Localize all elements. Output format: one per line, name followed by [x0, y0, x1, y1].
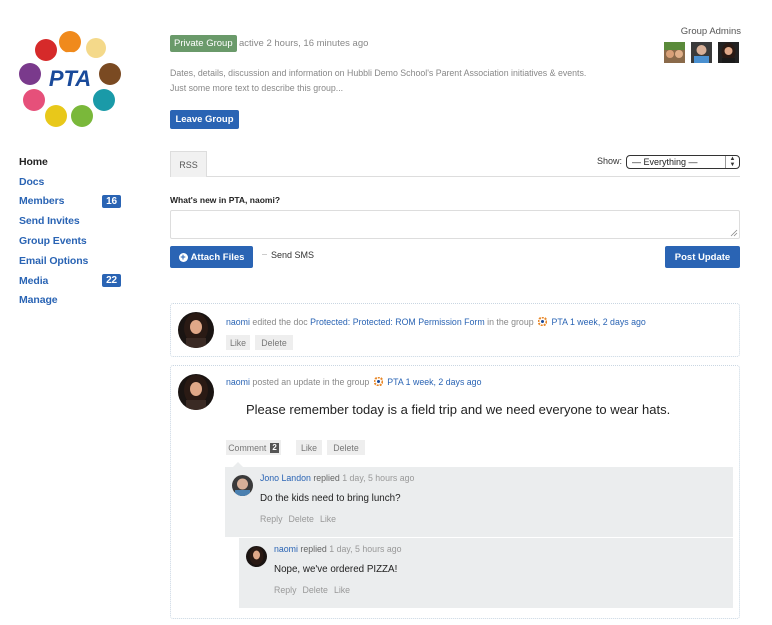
activity-content: Please remember today is a field trip an…: [246, 402, 671, 417]
comment-count-badge: 2: [270, 442, 279, 453]
nav-item-manage[interactable]: Manage: [19, 291, 129, 311]
like-button[interactable]: Like: [226, 335, 250, 350]
group-admins-title: Group Admins: [680, 26, 741, 37]
admin-avatar[interactable]: [691, 42, 712, 63]
activity-meta: naomi edited the doc Protected: Protecte…: [226, 317, 646, 327]
comment-timestamp[interactable]: 1 day, 5 hours ago: [342, 473, 414, 483]
svg-text:PTA: PTA: [49, 66, 91, 91]
commenter-avatar[interactable]: [246, 546, 267, 567]
comment-button[interactable]: Comment 2: [226, 440, 281, 455]
activity-item: naomi posted an update in the group PTA …: [170, 365, 740, 619]
comment-timestamp[interactable]: 1 day, 5 hours ago: [329, 544, 401, 554]
nav-label: Manage: [19, 294, 58, 307]
comment-item: naomi replied 1 day, 5 hours ago Nope, w…: [239, 538, 733, 608]
comment-item: Jono Landon replied 1 day, 5 hours ago D…: [225, 467, 733, 537]
comment-meta: Jono Landon replied 1 day, 5 hours ago: [260, 473, 414, 483]
nav-label: Media: [19, 274, 49, 287]
user-avatar[interactable]: [178, 374, 214, 410]
activity-meta: naomi posted an update in the group PTA …: [226, 377, 481, 387]
like-button[interactable]: Like: [296, 440, 322, 455]
group-nav: Home Docs Members 16 Send Invites Group E…: [19, 152, 129, 310]
members-count-badge: 16: [102, 194, 121, 208]
leave-group-button[interactable]: Leave Group: [170, 110, 239, 129]
delete-link[interactable]: Delete: [303, 585, 328, 595]
comment-meta: naomi replied 1 day, 5 hours ago: [274, 544, 402, 554]
reply-link[interactable]: Reply: [274, 585, 297, 595]
resize-grip-icon[interactable]: [730, 229, 738, 237]
group-link[interactable]: PTA: [552, 317, 568, 327]
nav-item-docs[interactable]: Docs: [19, 172, 129, 192]
comment-actions: Reply Delete Like: [260, 514, 336, 524]
post-prompt: What's new in PTA, naomi?: [170, 195, 281, 205]
user-avatar[interactable]: [178, 312, 214, 348]
comment-verb: replied: [313, 473, 340, 483]
delete-link[interactable]: Delete: [289, 514, 314, 524]
action-text: posted an update in the group: [252, 377, 370, 387]
send-sms-label: Send SMS: [271, 250, 315, 260]
comment-label: Comment: [228, 442, 267, 453]
doc-link[interactable]: Protected: Protected: ROM Permission For…: [310, 317, 485, 327]
nav-item-send-invites[interactable]: Send Invites: [19, 211, 129, 231]
group-description: Dates, details, discussion and informati…: [170, 66, 630, 96]
delete-button[interactable]: Delete: [327, 440, 365, 455]
admin-avatar[interactable]: [664, 42, 685, 63]
whats-new-textarea[interactable]: [170, 210, 740, 239]
like-link[interactable]: Like: [320, 514, 336, 524]
comment-author-link[interactable]: naomi: [274, 544, 298, 554]
author-link[interactable]: naomi: [226, 317, 250, 327]
activity-filter-select[interactable]: — Everything — ▲ ▼: [626, 155, 740, 169]
post-update-button[interactable]: Post Update: [665, 246, 740, 268]
nav-label: Members: [19, 195, 65, 208]
active-time: active 2 hours, 16 minutes ago: [239, 38, 369, 49]
description-line: Dates, details, discussion and informati…: [170, 68, 587, 78]
action-text: edited the doc: [252, 317, 308, 327]
send-sms-checkbox[interactable]: [262, 254, 267, 255]
nav-item-home[interactable]: Home: [19, 152, 129, 172]
nav-label: Send Invites: [19, 215, 80, 228]
in-group-text: in the group: [487, 317, 534, 327]
select-arrows-icon: ▲ ▼: [725, 156, 739, 168]
reply-link[interactable]: Reply: [260, 514, 283, 524]
nav-item-email-options[interactable]: Email Options: [19, 251, 129, 271]
group-logo: PTA: [19, 31, 121, 127]
comment-text: Do the kids need to bring lunch?: [260, 493, 401, 504]
admin-avatar[interactable]: [718, 42, 739, 63]
commenter-avatar[interactable]: [232, 475, 253, 496]
nav-label: Email Options: [19, 254, 89, 267]
selected-option: — Everything —: [632, 157, 698, 167]
activity-item: naomi edited the doc Protected: Protecte…: [170, 303, 740, 357]
timestamp-link[interactable]: 1 week, 2 days ago: [406, 377, 482, 387]
activity-tabs: RSS Show: — Everything — ▲ ▼: [170, 151, 740, 177]
author-link[interactable]: naomi: [226, 377, 250, 387]
attach-files-label: Attach Files: [190, 251, 245, 263]
nav-label: Home: [19, 155, 48, 168]
comment-text: Nope, we've ordered PIZZA!: [274, 564, 398, 575]
privacy-badge: Private Group: [170, 35, 237, 52]
comment-author-link[interactable]: Jono Landon: [260, 473, 311, 483]
timestamp-link[interactable]: 1 week, 2 days ago: [570, 317, 646, 327]
group-admins-list: [664, 42, 739, 63]
group-logo-icon: [538, 317, 548, 326]
comment-verb: replied: [300, 544, 327, 554]
plus-circle-icon: +: [178, 251, 188, 262]
nav-item-media[interactable]: Media 22: [19, 271, 129, 291]
nav-label: Group Events: [19, 235, 87, 248]
media-count-badge: 22: [102, 274, 121, 288]
attach-files-button[interactable]: + Attach Files: [170, 246, 253, 268]
group-link[interactable]: PTA: [387, 377, 403, 387]
group-logo-icon: [373, 377, 383, 386]
description-line: Just some more text to describe this gro…: [170, 83, 344, 93]
nav-item-members[interactable]: Members 16: [19, 192, 129, 212]
nav-item-group-events[interactable]: Group Events: [19, 231, 129, 251]
rss-tab[interactable]: RSS: [170, 151, 207, 177]
like-link[interactable]: Like: [334, 585, 350, 595]
nav-label: Docs: [19, 175, 45, 188]
show-filter-label: Show:: [596, 156, 622, 166]
delete-button[interactable]: Delete: [255, 335, 293, 350]
comment-actions: Reply Delete Like: [274, 585, 350, 595]
